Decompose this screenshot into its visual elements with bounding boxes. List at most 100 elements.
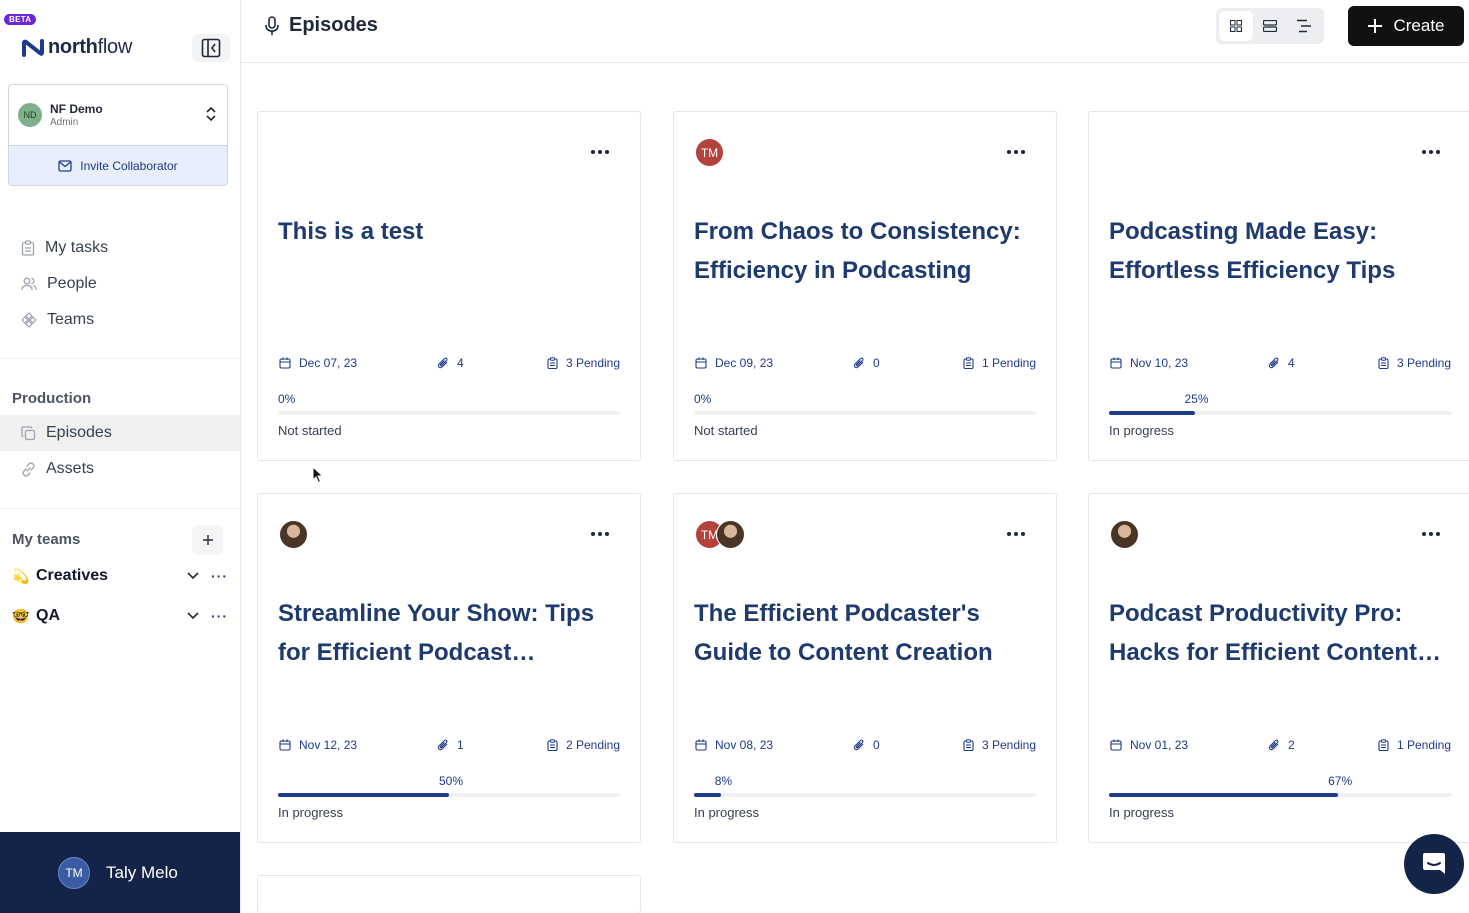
mail-icon <box>58 160 72 172</box>
paperclip-icon <box>853 739 864 751</box>
grid-view-button[interactable] <box>1219 11 1253 41</box>
sidebar-item-label: People <box>47 275 97 292</box>
episode-title[interactable]: The Efficient Podcaster's Guide to Conte… <box>694 594 1039 672</box>
paperclip-icon <box>437 739 448 751</box>
progress-fill <box>278 793 449 797</box>
progress-fill <box>1109 411 1195 415</box>
list-view-button[interactable] <box>1253 11 1287 41</box>
episode-attachments: 4 <box>1268 356 1295 370</box>
calendar-icon <box>695 739 707 751</box>
page-header: Episodes Create <box>241 0 1469 63</box>
calendar-icon <box>1110 739 1122 751</box>
episode-date-text: Nov 10, 23 <box>1130 356 1189 370</box>
status-text: In progress <box>1109 423 1175 438</box>
more-options-icon[interactable] <box>586 142 614 162</box>
episode-date-text: Dec 09, 23 <box>715 356 774 370</box>
mouse-cursor-icon <box>312 466 324 484</box>
episode-card[interactable]: This is a test Dec 07, 23 4 3 Pending 0%… <box>257 111 641 461</box>
status-text: In progress <box>694 805 760 820</box>
workspace-role: Admin <box>50 117 79 128</box>
more-options-icon[interactable] <box>586 524 614 544</box>
logo-text: northflow <box>48 36 132 58</box>
sidebar: BETA northflow ND NF Demo Admin Invite C… <box>0 0 241 913</box>
progress-percent: 50% <box>438 774 464 788</box>
team-item-creatives[interactable]: 💫 Creatives ··· <box>12 563 227 589</box>
more-options-icon[interactable] <box>1002 524 1030 544</box>
grid-icon <box>1230 20 1242 32</box>
episode-date-text: Nov 12, 23 <box>299 738 358 752</box>
episode-attachments: 1 <box>437 738 464 752</box>
sidebar-item-teams[interactable]: Teams <box>0 302 240 338</box>
status-text: In progress <box>1109 805 1175 820</box>
episode-title[interactable]: This is a test <box>278 212 623 251</box>
chevron-down-icon[interactable] <box>187 612 203 620</box>
episode-pending-text: 3 Pending <box>1396 356 1451 370</box>
paperclip-icon <box>853 357 864 369</box>
production-section-label: Production <box>12 390 92 407</box>
avatar: TM <box>695 138 724 167</box>
more-options-icon[interactable] <box>1002 142 1030 162</box>
episode-card[interactable]: Podcast Productivity Pro: Hacks for Effi… <box>1088 493 1469 843</box>
assignee-avatars: TM <box>695 138 724 167</box>
page-title-text: Episodes <box>289 14 378 36</box>
episode-card[interactable]: Streamline Your Show: Tips for Efficient… <box>257 493 641 843</box>
episode-title[interactable]: Podcasting Made Easy: Effortless Efficie… <box>1109 212 1454 290</box>
sidebar-item-label: My tasks <box>45 239 109 256</box>
team-more-icon[interactable]: ··· <box>211 568 227 584</box>
progress-percent: 0% <box>278 392 296 406</box>
user-name: Taly Melo <box>106 862 178 882</box>
episode-pending: 3 Pending <box>1378 356 1451 370</box>
avatar <box>1110 520 1139 549</box>
paperclip-icon <box>1268 357 1279 369</box>
chevron-down-icon[interactable] <box>187 572 203 580</box>
progress-fill <box>694 793 722 797</box>
episode-pending: 3 Pending <box>547 356 620 370</box>
status-text: In progress <box>278 805 344 820</box>
team-item-qa[interactable]: 🤓 QA ··· <box>12 603 227 629</box>
episode-attachments: 0 <box>853 356 880 370</box>
link-icon <box>22 461 35 477</box>
sidebar-item-episodes[interactable]: Episodes <box>0 415 240 451</box>
episode-card[interactable]: TM The Efficient Podcaster's Guide to Co… <box>673 493 1057 843</box>
progress-percent: 67% <box>1328 774 1353 788</box>
episode-title[interactable]: Podcast Productivity Pro: Hacks for Effi… <box>1109 594 1454 672</box>
status-text: Not started <box>694 423 758 438</box>
sidebar-item-my-tasks[interactable]: My tasks <box>0 230 240 266</box>
progress-fill <box>1109 793 1339 797</box>
team-more-icon[interactable]: ··· <box>211 608 227 624</box>
episode-card[interactable]: TM From Chaos to Consistency: Efficiency… <box>673 111 1057 461</box>
clipboard-icon <box>1378 357 1389 369</box>
beta-badge: BETA <box>4 14 37 25</box>
plus-icon <box>1368 19 1383 33</box>
episode-attachments-count: 2 <box>1288 738 1295 752</box>
workspace-selector[interactable]: ND NF Demo Admin <box>9 85 227 145</box>
sidebar-item-people[interactable]: People <box>0 266 240 302</box>
more-options-icon[interactable] <box>1417 142 1445 162</box>
progress-bar <box>278 411 620 415</box>
add-team-button[interactable] <box>192 525 223 555</box>
more-options-icon[interactable] <box>1417 524 1445 544</box>
episode-date: Nov 10, 23 <box>1110 356 1188 370</box>
episode-card[interactable]: Podcasting Made Easy: Effortless Efficie… <box>1088 111 1469 461</box>
progress-bar <box>694 793 1036 797</box>
episode-pending: 3 Pending <box>963 738 1036 752</box>
episode-pending: 1 Pending <box>1378 738 1451 752</box>
episode-title[interactable]: From Chaos to Consistency: Efficiency in… <box>694 212 1039 290</box>
episode-card-partial[interactable] <box>257 875 641 913</box>
episode-title[interactable]: Streamline Your Show: Tips for Efficient… <box>278 594 623 672</box>
progress-bar <box>1109 793 1451 797</box>
copy-icon <box>21 425 36 440</box>
sidebar-item-assets[interactable]: Assets <box>0 451 240 487</box>
progress-bar <box>278 793 620 797</box>
timeline-view-button[interactable] <box>1287 11 1321 41</box>
episode-attachments-count: 4 <box>1288 356 1295 370</box>
northflow-logo[interactable]: northflow <box>22 36 132 59</box>
collapse-sidebar-button[interactable] <box>192 34 230 62</box>
team-emoji: 💫 <box>12 567 30 584</box>
create-button[interactable]: Create <box>1348 6 1464 46</box>
invite-collaborator-button[interactable]: Invite Collaborator <box>9 145 227 185</box>
user-profile[interactable]: TM Taly Melo <box>0 832 240 913</box>
progress-percent: 0% <box>694 392 712 406</box>
chat-support-button[interactable] <box>1404 834 1464 894</box>
clipboard-icon <box>963 739 974 751</box>
